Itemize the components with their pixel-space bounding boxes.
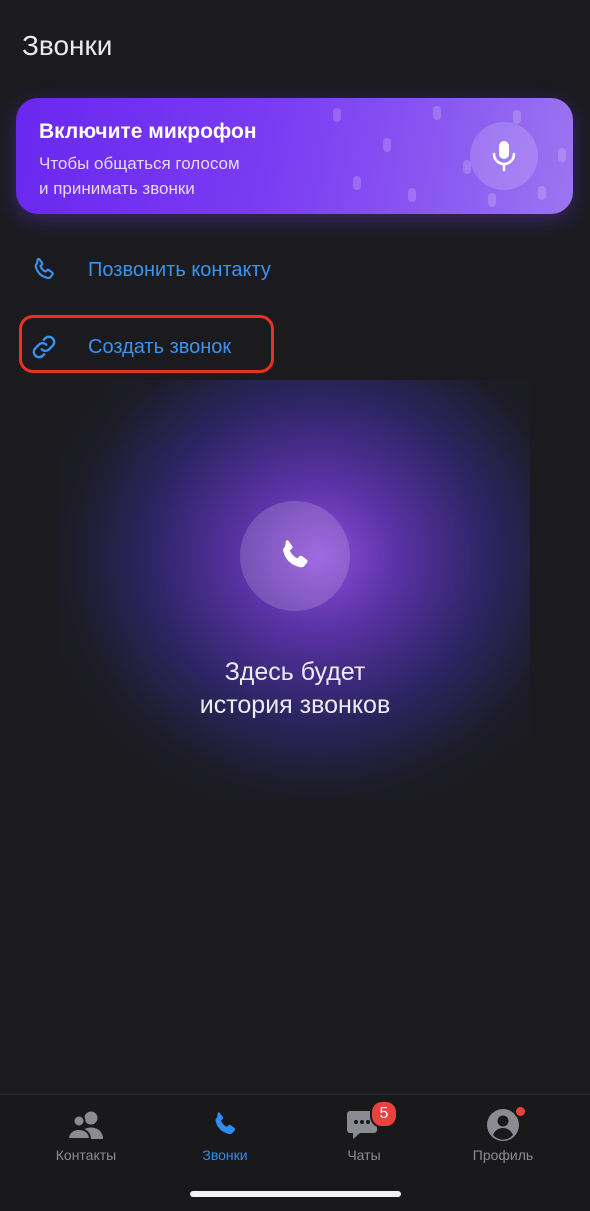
link-icon — [28, 331, 60, 363]
empty-state-text: Здесь будет история звонков — [0, 656, 590, 722]
tab-chats-label: Чаты — [347, 1147, 381, 1163]
tab-chats[interactable]: 5 Чаты — [304, 1100, 424, 1163]
empty-state-phone-circle — [240, 501, 350, 611]
phone-icon — [283, 540, 308, 568]
empty-state-line1: Здесь будет — [224, 658, 366, 686]
tab-calls-label: Звонки — [202, 1147, 248, 1163]
call-contact-button[interactable]: Позвонить контакту — [28, 250, 271, 290]
profile-notification-dot — [514, 1105, 527, 1118]
create-call-button[interactable]: Создать звонок — [28, 327, 231, 367]
create-call-label: Создать звонок — [88, 335, 232, 358]
microphone-icon — [492, 141, 516, 172]
tab-contacts[interactable]: Контакты — [26, 1107, 146, 1163]
banner-subtitle-line2: и принимать звонки — [39, 179, 195, 198]
enable-microphone-banner[interactable]: Включите микрофон Чтобы общаться голосом… — [16, 98, 573, 214]
tab-calls[interactable]: Звонки — [165, 1107, 285, 1163]
banner-title: Включите микрофон — [39, 120, 257, 143]
unread-chats-badge: 5 — [370, 1100, 398, 1128]
tab-profile-label: Профиль — [472, 1147, 534, 1163]
enable-microphone-button[interactable] — [470, 122, 538, 190]
contacts-icon — [67, 1111, 103, 1140]
tab-contacts-label: Контакты — [55, 1147, 117, 1163]
tab-profile[interactable]: Профиль — [443, 1105, 563, 1163]
phone-icon — [215, 1112, 236, 1135]
home-indicator — [190, 1191, 401, 1197]
page-title: Звонки — [22, 30, 113, 61]
empty-state-line2: история звонков — [199, 691, 391, 719]
phone-icon — [28, 254, 60, 286]
banner-subtitle-line1: Чтобы общаться голосом — [39, 154, 240, 173]
call-contact-label: Позвонить контакту — [88, 258, 271, 281]
banner-subtitle: Чтобы общаться голосом и принимать звонк… — [39, 151, 339, 201]
